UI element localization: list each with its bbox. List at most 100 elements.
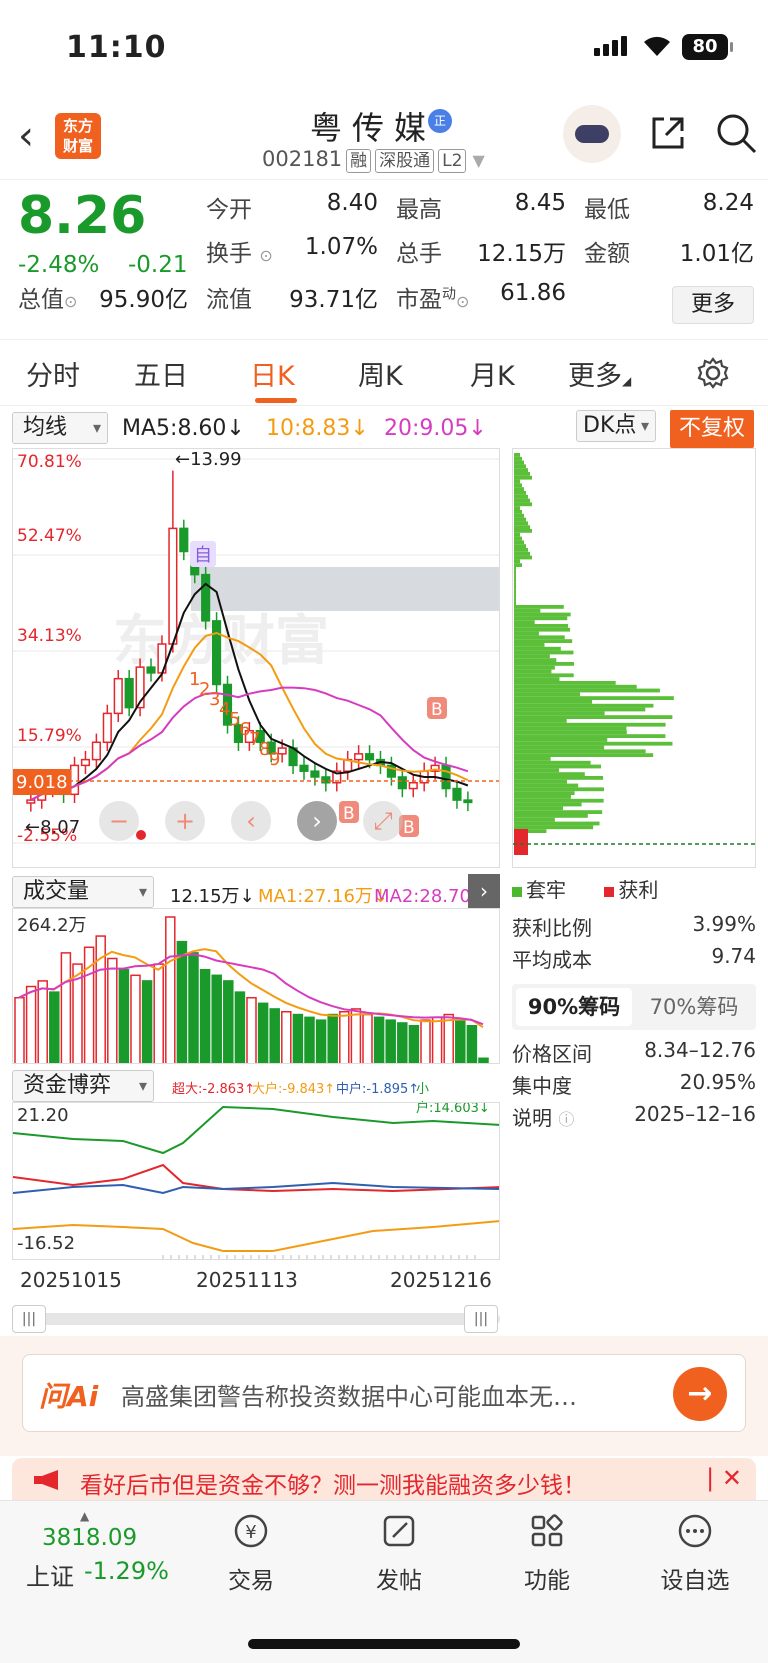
capital-select[interactable]: 资金博弈 bbox=[12, 1070, 154, 1102]
status-bar: 11:10 80 bbox=[0, 0, 768, 95]
price-tag: 9.018 bbox=[16, 772, 68, 793]
total-hands-value: 12.15万 bbox=[477, 241, 566, 267]
chip-bar bbox=[514, 753, 654, 757]
search-icon[interactable] bbox=[714, 111, 758, 155]
kline-chart[interactable]: 东方财富70.81%52.47%34.13%15.79%-2.55%9.018←… bbox=[12, 448, 500, 868]
scroller-track bbox=[12, 1313, 500, 1325]
chip-bar bbox=[514, 525, 530, 529]
candle-body bbox=[408, 782, 418, 790]
candle-body bbox=[102, 712, 112, 744]
candle-body bbox=[299, 764, 309, 772]
date-axis: 20251015 20251113 20251216 bbox=[12, 1264, 500, 1294]
nav-functions[interactable]: 功能 bbox=[492, 1511, 602, 1595]
chip-bar bbox=[514, 578, 516, 583]
candle-body bbox=[201, 573, 211, 622]
chip-bar bbox=[514, 677, 560, 681]
chip-90-tab[interactable]: 90%筹码 bbox=[516, 988, 632, 1026]
range-scroller[interactable]: ||| ||| bbox=[12, 1305, 500, 1333]
candle-body bbox=[179, 527, 189, 553]
chip-bar bbox=[514, 513, 524, 518]
chip-bar bbox=[514, 688, 660, 693]
chip-bar bbox=[514, 810, 603, 814]
resistance-zone bbox=[191, 567, 499, 611]
chip-bar bbox=[514, 456, 522, 461]
stock-code-line[interactable]: 002181 融深股通 L2 ▼ bbox=[262, 147, 485, 173]
chip-bar bbox=[514, 593, 516, 598]
share-icon[interactable] bbox=[648, 113, 688, 153]
candle-body bbox=[69, 764, 80, 796]
arrow-right-icon[interactable]: → bbox=[673, 1367, 727, 1421]
volume-bar bbox=[420, 1019, 431, 1063]
no-adjust-button[interactable]: 不复权 bbox=[670, 410, 754, 448]
chip-bar bbox=[514, 757, 551, 761]
scroller-left-handle[interactable]: ||| bbox=[12, 1305, 46, 1333]
float-cap-value: 93.71亿 bbox=[289, 287, 378, 313]
volume-bar bbox=[176, 940, 188, 1063]
price-range-row: 价格区间 8.34–12.76 bbox=[512, 1038, 756, 1066]
cap-mid: 中户:-1.895↑ bbox=[336, 1082, 420, 1097]
chip-bar bbox=[514, 532, 520, 537]
more-fields-button[interactable]: 更多 bbox=[672, 286, 754, 324]
capital-svg bbox=[13, 1105, 499, 1259]
chip-bar bbox=[514, 574, 516, 579]
dk-point-button[interactable]: DK点 bbox=[576, 410, 656, 442]
tab-intraday[interactable]: 分时 bbox=[26, 354, 80, 393]
high-label: ←13.99 bbox=[175, 449, 242, 470]
tab-monthly-k[interactable]: 月K bbox=[470, 354, 515, 393]
nav-trade[interactable]: ¥ 交易 bbox=[196, 1511, 306, 1595]
candle-body bbox=[146, 666, 156, 674]
chip-bar bbox=[514, 453, 520, 457]
chip-bar bbox=[514, 802, 582, 807]
tab-more[interactable]: 更多◢ bbox=[568, 354, 631, 393]
tab-five-day[interactable]: 五日 bbox=[134, 354, 188, 393]
note-row[interactable]: 说明 ⓘ 2025–12–16 bbox=[512, 1102, 756, 1132]
volume-bar bbox=[37, 980, 48, 1063]
open-label: 今开 bbox=[206, 197, 252, 223]
chip-bar bbox=[514, 521, 528, 526]
y-axis-label: 15.79% bbox=[17, 726, 82, 746]
volume-bar bbox=[304, 1016, 315, 1063]
nav-post[interactable]: 发帖 bbox=[344, 1511, 454, 1595]
scroller-right-handle[interactable]: ||| bbox=[464, 1305, 498, 1333]
chip-distribution-chart[interactable] bbox=[512, 448, 756, 868]
chip-bar bbox=[514, 741, 673, 746]
ai-robot-icon[interactable] bbox=[563, 105, 621, 163]
chip-bar bbox=[514, 700, 593, 704]
pe-label[interactable]: 市盈动⊙ bbox=[396, 280, 469, 314]
tab-daily-k[interactable]: 日K bbox=[250, 354, 295, 393]
zheng-badge-icon: 正 bbox=[428, 109, 452, 133]
tab-weekly-k[interactable]: 周K bbox=[358, 354, 403, 393]
market-cap-label[interactable]: 总值⊙ bbox=[18, 280, 77, 314]
ad-banner[interactable]: 看好后市但是资金不够？测一测我能融资多少钱！ | ✕ bbox=[12, 1458, 756, 1500]
nav-watchlist[interactable]: 设自选 bbox=[640, 1511, 750, 1595]
candle-body bbox=[452, 787, 462, 801]
collapse-arrow-icon[interactable]: › bbox=[468, 874, 500, 908]
concentration-row: 集中度 20.95% bbox=[512, 1070, 756, 1098]
ai-bar: 问Ai 高盛集团警告称投资数据中心可能血本无… → bbox=[0, 1336, 768, 1456]
app-logo[interactable]: 东方 财富 bbox=[55, 113, 101, 159]
back-icon[interactable]: ‹ bbox=[18, 113, 34, 159]
more-dots-icon bbox=[678, 1514, 712, 1548]
volume-bar bbox=[373, 1016, 385, 1063]
ai-search-box[interactable]: 问Ai 高盛集团警告称投资数据中心可能血本无… → bbox=[22, 1354, 746, 1432]
chip-70-tab[interactable]: 70%筹码 bbox=[636, 988, 752, 1026]
volume-chart[interactable]: 264.2万 bbox=[12, 908, 500, 1064]
turnover-label[interactable]: 换手 ⊙ bbox=[206, 234, 273, 268]
chart-control-label: ‹ bbox=[246, 807, 256, 835]
indicator-select[interactable]: 均线 bbox=[12, 412, 108, 444]
close-icon[interactable]: | ✕ bbox=[706, 1464, 742, 1492]
total-hands-label: 总手 bbox=[396, 241, 442, 267]
settings-gear-icon[interactable] bbox=[696, 356, 730, 390]
chip-bar bbox=[514, 715, 673, 719]
chip-bar bbox=[514, 662, 574, 666]
capital-small-line bbox=[13, 1105, 499, 1155]
volume-bar bbox=[339, 1010, 350, 1063]
volume-bar bbox=[443, 1013, 454, 1063]
volume-select[interactable]: 成交量 bbox=[12, 876, 154, 908]
chip-bar bbox=[514, 460, 524, 465]
capital-chart[interactable]: 21.20 -16.52 bbox=[12, 1102, 500, 1260]
bottom-nav: ▲ 3818.09 上证 -1.29% ¥ 交易 发帖 功能 设自选 bbox=[0, 1500, 768, 1663]
capital-legend: 资金博弈 超大:-2.863↑ 大户:-9.843↑ 中户:-1.895↑ 小户… bbox=[12, 1068, 500, 1116]
chip-bar bbox=[514, 719, 567, 723]
chip-bar bbox=[514, 601, 516, 605]
